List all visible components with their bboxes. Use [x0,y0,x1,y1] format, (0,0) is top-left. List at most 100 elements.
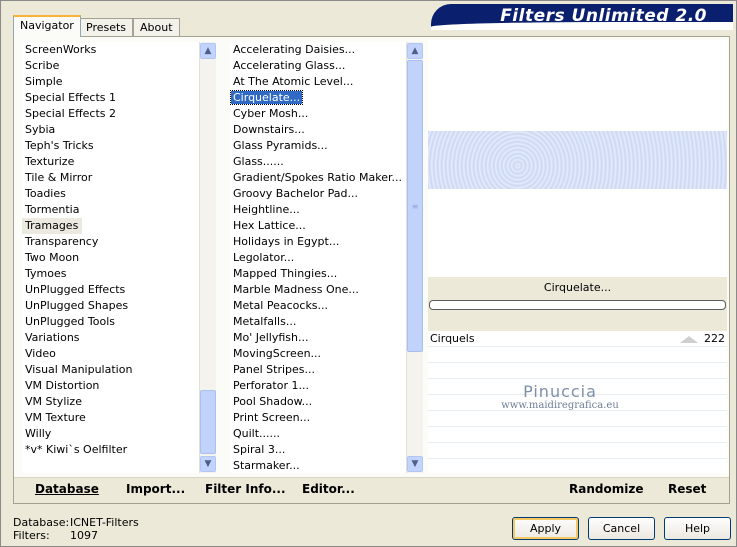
list-item-label: Accelerating Glass... [233,59,346,72]
list-item-label: Variations [25,331,80,344]
list-item[interactable]: Variations [22,330,199,346]
list-item[interactable]: *v* Kiwi`s Oelfilter [22,442,199,458]
param-row-cirquels[interactable]: Cirquels 222 [428,331,727,347]
scroll-up-icon[interactable]: ▲ [200,43,216,59]
list-item[interactable]: Willy [22,426,199,442]
list-item[interactable]: UnPlugged Tools [22,314,199,330]
list-item[interactable]: Sybia [22,122,199,138]
list-item-label: Perforator 1... [233,379,309,392]
list-item-label: Cyber Mosh... [233,107,309,120]
list-item[interactable]: Accelerating Glass... [230,58,406,74]
list-item-label: VM Stylize [25,395,82,408]
tab-about[interactable]: About [133,18,180,37]
preview-image [428,131,727,189]
reset-button[interactable]: Reset [668,482,706,496]
list-item[interactable]: Visual Manipulation [22,362,199,378]
list-item[interactable]: Mo' Jellyfish... [230,330,406,346]
list-item[interactable]: UnPlugged Shapes [22,298,199,314]
list-item-label: Metalfalls... [233,315,297,328]
list-item[interactable]: Video [22,346,199,362]
scroll-down-icon[interactable]: ▼ [200,456,216,472]
list-item[interactable]: VM Texture [22,410,199,426]
list-item[interactable]: At The Atomic Level... [230,74,406,90]
apply-button[interactable]: Apply [512,517,579,540]
scroll-up-icon[interactable]: ▲ [407,43,423,59]
list-item[interactable]: Mapped Thingies... [230,266,406,282]
list-item-label: Tile & Mirror [25,171,93,184]
param-row [428,347,727,363]
database-button[interactable]: Database [35,482,99,496]
list-item[interactable]: Quilt...... [230,426,406,442]
slider-thumb-icon[interactable] [680,336,698,343]
tab-presets[interactable]: Presets [79,18,134,37]
list-item-label: Mo' Jellyfish... [233,331,309,344]
filter-info-button[interactable]: Filter Info... [205,482,286,496]
list-item[interactable]: Holidays in Egypt... [230,234,406,250]
randomize-button[interactable]: Randomize [569,482,643,496]
list-item-label: Transparency [25,235,99,248]
list-item[interactable]: Pool Shadow... [230,394,406,410]
progress-track [429,300,726,310]
filter-list[interactable]: Accelerating Daisies... Accelerating Glas… [230,42,406,473]
editor-button[interactable]: Editor... [302,482,355,496]
list-item[interactable]: Tormentia [22,202,199,218]
list-item[interactable]: Heightline... [230,202,406,218]
list-item-label: *v* Kiwi`s Oelfilter [25,443,128,456]
list-item-label: Groovy Bachelor Pad... [233,187,359,200]
filter-scrollbar[interactable]: ▲ ≡ ▼ [406,42,423,473]
list-item[interactable]: Texturize [22,154,199,170]
list-item[interactable]: Simple [22,74,199,90]
list-item[interactable]: Groovy Bachelor Pad... [230,186,406,202]
list-item-label: Teph's Tricks [25,139,94,152]
cancel-button[interactable]: Cancel [588,517,655,540]
list-item[interactable]: Tile & Mirror [22,170,199,186]
list-item[interactable]: Special Effects 2 [22,106,199,122]
list-item[interactable]: Panel Stripes... [230,362,406,378]
list-item[interactable]: Metal Peacocks... [230,298,406,314]
list-item[interactable]: Tymoes [22,266,199,282]
list-item-label: Two Moon [25,251,80,264]
help-button[interactable]: Help [664,517,731,540]
list-item[interactable]: Spiral 3... [230,442,406,458]
list-item[interactable]: Glass Pyramids... [230,138,406,154]
list-item[interactable]: Marble Madness One... [230,282,406,298]
list-item-label: Willy [25,427,52,440]
list-item[interactable]: Cyber Mosh... [230,106,406,122]
list-item[interactable]: Gradient/Spokes Ratio Maker... [230,170,406,186]
scroll-down-icon[interactable]: ▼ [407,456,423,472]
import-button[interactable]: Import... [126,482,185,496]
list-item[interactable]: Special Effects 1 [22,90,199,106]
list-item-label: Pool Shadow... [233,395,313,408]
list-item[interactable]: Metalfalls... [230,314,406,330]
scroll-thumb[interactable] [200,390,216,454]
list-item[interactable]: Perforator 1... [230,378,406,394]
list-item-selected[interactable]: Tramages [22,218,83,234]
list-item[interactable]: VM Distortion [22,378,199,394]
list-item[interactable]: MovingScreen... [230,346,406,362]
scroll-thumb[interactable]: ≡ [407,60,423,352]
list-item[interactable]: Downstairs... [230,122,406,138]
list-item[interactable]: Accelerating Daisies... [230,42,406,58]
param-label: Cirquels [430,332,475,345]
list-item-label: Panel Stripes... [233,363,316,376]
list-item[interactable]: Two Moon [22,250,199,266]
list-item[interactable]: Toadies [22,186,199,202]
list-item[interactable]: UnPlugged Effects [22,282,199,298]
list-item[interactable]: Print Screen... [230,410,406,426]
list-item[interactable]: Scribe [22,58,199,74]
list-item[interactable]: Teph's Tricks [22,138,199,154]
list-item[interactable]: ScreenWorks [22,42,199,58]
tab-navigator[interactable]: Navigator [13,15,81,37]
list-item[interactable]: Starmaker... [230,458,406,473]
list-item-selected[interactable]: Cirquelate... [230,90,406,106]
category-list[interactable]: ScreenWorks Scribe Simple Special Effects 1… [22,42,199,473]
list-item[interactable]: Hex Lattice... [230,218,406,234]
list-item-label: Quilt...... [233,427,281,440]
status-info: Database:ICNET-Filters Filters: 1097 [13,516,139,542]
list-item[interactable]: Legolator... [230,250,406,266]
list-item[interactable]: Transparency [22,234,199,250]
list-item[interactable]: VM Stylize [22,394,199,410]
list-item[interactable]: Glass...... [230,154,406,170]
list-item-label: Spiral 3... [233,443,286,456]
category-scrollbar[interactable]: ▲ ▼ [199,42,216,473]
